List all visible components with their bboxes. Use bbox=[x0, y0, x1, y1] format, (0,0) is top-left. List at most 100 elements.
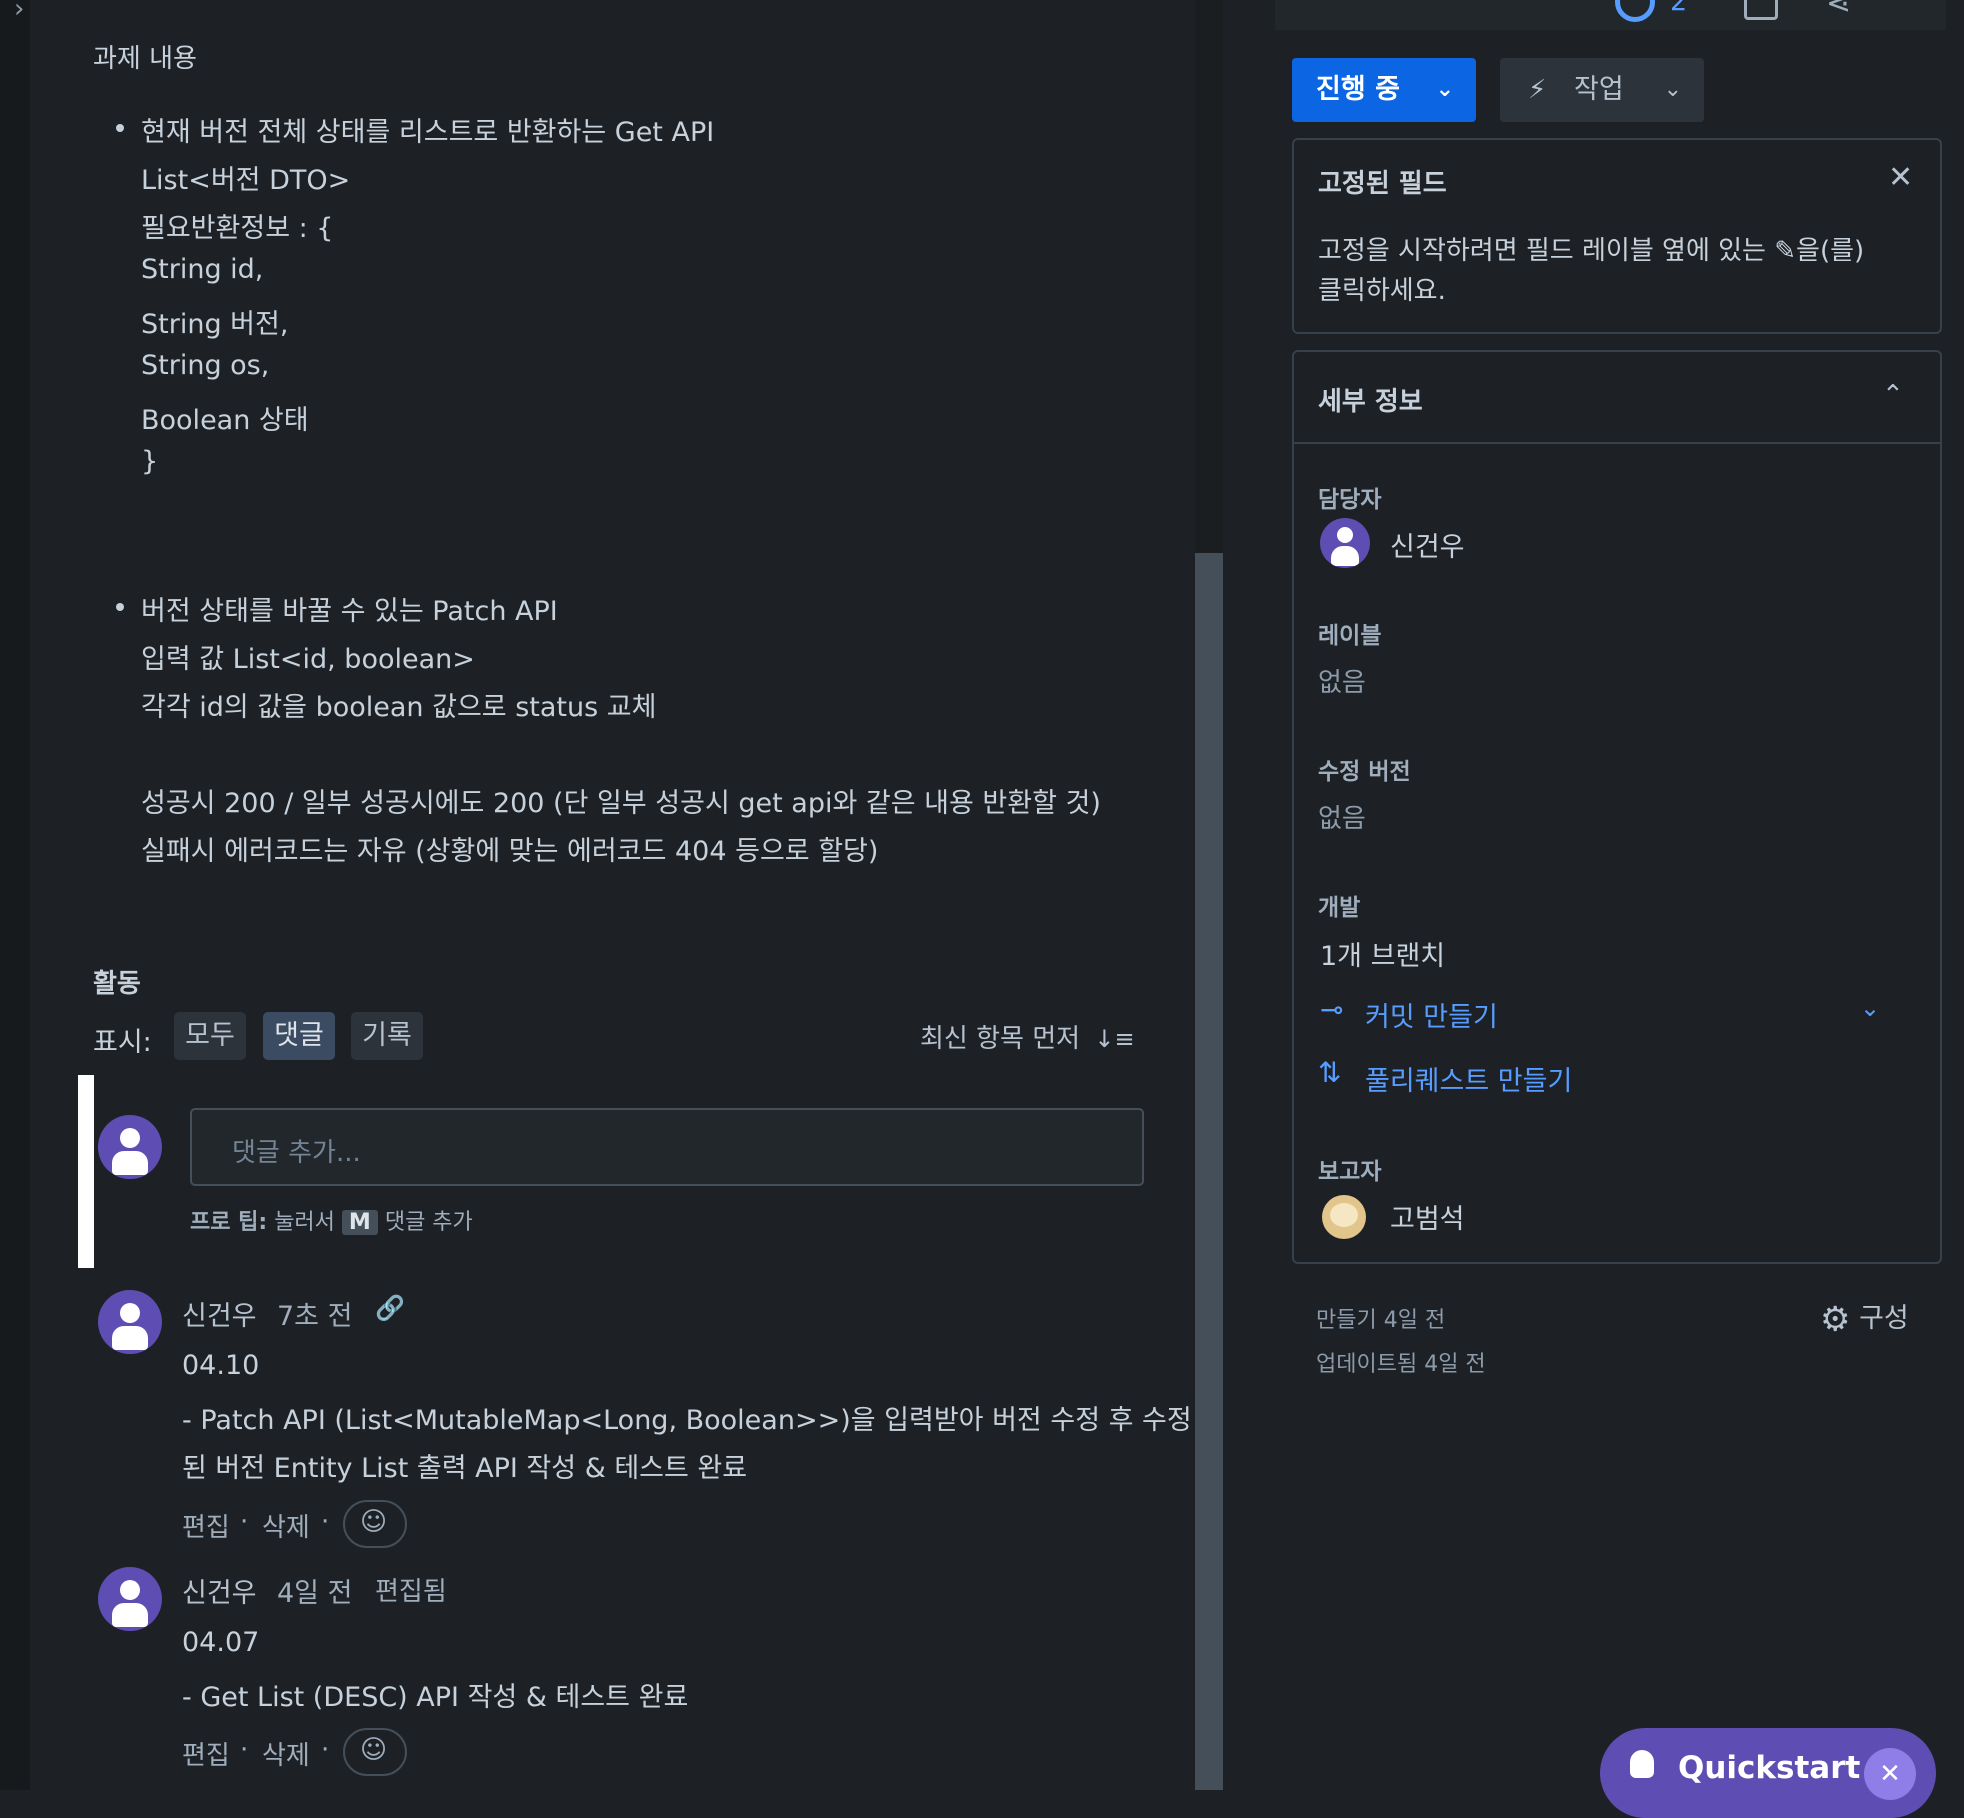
pin-icon: ✎ bbox=[1774, 236, 1797, 266]
details-title[interactable]: 세부 정보 bbox=[1318, 381, 1423, 418]
pro-tip-prefix: 프로 팁: bbox=[190, 1210, 268, 1235]
sort-button[interactable]: 최신 항목 먼저 ↓≡ bbox=[920, 1018, 1135, 1055]
fix-version-value[interactable]: 없음 bbox=[1318, 798, 1366, 835]
comment-author[interactable]: 신건우 bbox=[182, 1294, 257, 1333]
comment-time[interactable]: 7초 전 bbox=[277, 1294, 352, 1333]
pro-tip: 프로 팁: 눌러서 M 댓글 추가 bbox=[190, 1204, 473, 1236]
assignee-name[interactable]: 신건우 bbox=[1390, 525, 1465, 564]
gear-icon: ⚙ bbox=[1820, 1299, 1851, 1340]
comment-author[interactable]: 신건우 bbox=[182, 1571, 257, 1610]
comment-body-line: 04.07 bbox=[182, 1627, 260, 1658]
bullet-dot bbox=[116, 603, 124, 611]
share-icon[interactable]: ⋖ bbox=[1826, 0, 1851, 21]
filter-all-button[interactable]: 모두 bbox=[174, 1012, 246, 1060]
labels-value[interactable]: 없음 bbox=[1318, 662, 1366, 699]
description-line: 필요반환정보 : { bbox=[141, 213, 334, 244]
chevron-up-icon[interactable]: ⌃ bbox=[1882, 380, 1904, 410]
pinned-text-line2: 클릭하세요. bbox=[1318, 276, 1446, 306]
description-line: 실패시 에러코드는 자유 (상황에 맞는 에러코드 404 등으로 할당) bbox=[141, 836, 879, 867]
comment-body-line: 04.10 bbox=[182, 1350, 260, 1381]
separator: · bbox=[240, 1735, 249, 1765]
link-icon[interactable]: 🔗 bbox=[375, 1294, 405, 1322]
comment-body-line: 된 버전 Entity List 출력 API 작성 & 테스트 완료 bbox=[182, 1453, 748, 1484]
create-commit-link[interactable]: 커밋 만들기 bbox=[1365, 995, 1498, 1034]
assignee-label: 담당자 bbox=[1318, 487, 1382, 513]
reporter-label: 보고자 bbox=[1318, 1159, 1382, 1185]
pinned-fields-title: 고정된 필드 bbox=[1318, 169, 1447, 199]
show-label: 표시: bbox=[93, 1027, 152, 1058]
current-user-avatar bbox=[98, 1115, 162, 1179]
add-reaction-button[interactable]: ☺ bbox=[343, 1500, 407, 1548]
fix-version-label: 수정 버전 bbox=[1318, 759, 1411, 785]
quickstart-close-icon[interactable]: ✕ bbox=[1864, 1748, 1916, 1800]
pro-tip-suffix: 댓글 추가 bbox=[384, 1210, 473, 1235]
description-line: List<버전 DTO> bbox=[141, 165, 351, 196]
description-line: 성공시 200 / 일부 성공시에도 200 (단 일부 성공시 get api… bbox=[141, 788, 1101, 819]
feedback-icon[interactable] bbox=[1744, 0, 1778, 20]
pinned-text-suffix: 을(를) bbox=[1796, 236, 1865, 266]
keyboard-key-m: M bbox=[341, 1210, 378, 1235]
configure-button[interactable]: ⚙ 구성 bbox=[1820, 1296, 1909, 1340]
reporter-avatar bbox=[1322, 1195, 1366, 1239]
description-line: 각각 id의 값을 boolean 값으로 status 교체 bbox=[141, 692, 657, 723]
edited-badge: 편집됨 bbox=[375, 1577, 447, 1607]
description-line: String 버전, bbox=[141, 309, 289, 340]
description-line: 현재 버전 전체 상태를 리스트로 반환하는 Get API bbox=[141, 117, 715, 148]
delete-comment-button[interactable]: 삭제 bbox=[262, 1507, 310, 1544]
description-line: String id, bbox=[141, 254, 264, 285]
chevron-right-icon[interactable]: › bbox=[14, 0, 24, 24]
left-edge-strip bbox=[0, 0, 30, 1790]
configure-label: 구성 bbox=[1859, 1303, 1909, 1334]
pull-request-icon: ⇅ bbox=[1318, 1056, 1342, 1089]
actions-label: 작업 bbox=[1574, 74, 1624, 105]
actions-dropdown-button[interactable]: ⚡ 작업 ⌄ bbox=[1500, 58, 1704, 122]
description-heading: 과제 내용 bbox=[93, 44, 197, 74]
watch-count: 2 bbox=[1670, 0, 1688, 17]
add-reaction-button[interactable]: ☺ bbox=[343, 1728, 407, 1776]
labels-label: 레이블 bbox=[1318, 623, 1382, 649]
lightbulb-icon bbox=[1630, 1750, 1654, 1778]
chevron-down-icon: ⌄ bbox=[1663, 77, 1682, 102]
edit-comment-button[interactable]: 편집 bbox=[182, 1735, 230, 1772]
description-line: Boolean 상태 bbox=[141, 405, 309, 436]
activity-heading: 활동 bbox=[93, 969, 141, 999]
commit-icon: ⊸ bbox=[1320, 993, 1344, 1026]
created-timestamp: 만들기 4일 전 bbox=[1316, 1308, 1446, 1333]
quickstart-label: Quickstart bbox=[1678, 1750, 1861, 1786]
description-line: 입력 값 List<id, boolean> bbox=[141, 644, 475, 675]
smiley-icon: ☺ bbox=[360, 1735, 388, 1765]
filter-comments-button[interactable]: 댓글 bbox=[263, 1012, 335, 1060]
comment-time[interactable]: 4일 전 bbox=[277, 1571, 352, 1610]
reporter-name[interactable]: 고범석 bbox=[1390, 1197, 1465, 1236]
status-label: 진행 중 bbox=[1316, 74, 1400, 105]
edit-comment-button[interactable]: 편집 bbox=[182, 1507, 230, 1544]
pinned-text-line1: 고정을 시작하려면 필드 레이블 옆에 있는 bbox=[1318, 236, 1766, 266]
avatar bbox=[98, 1567, 162, 1631]
development-label: 개발 bbox=[1318, 895, 1361, 921]
filter-history-button[interactable]: 기록 bbox=[351, 1012, 423, 1060]
close-icon[interactable]: ✕ bbox=[1888, 160, 1913, 195]
description-line: 버전 상태를 바꿀 수 있는 Patch API bbox=[141, 596, 558, 627]
status-dropdown-button[interactable]: 진행 중 ⌄ bbox=[1292, 58, 1476, 122]
separator: · bbox=[240, 1507, 249, 1537]
comment-input-placeholder: 댓글 추가... bbox=[232, 1138, 361, 1168]
separator: · bbox=[321, 1735, 330, 1765]
pro-tip-mid: 눌러서 bbox=[274, 1210, 335, 1235]
avatar bbox=[98, 1290, 162, 1354]
chevron-down-icon: ⌄ bbox=[1435, 77, 1454, 102]
delete-comment-button[interactable]: 삭제 bbox=[262, 1735, 310, 1772]
pinned-fields-text: 고정을 시작하려면 필드 레이블 옆에 있는 ✎을(를) bbox=[1318, 230, 1864, 267]
updated-timestamp: 업데이트됨 4일 전 bbox=[1316, 1352, 1486, 1377]
main-scrollbar-thumb[interactable] bbox=[1195, 553, 1223, 1790]
assignee-avatar bbox=[1320, 518, 1370, 568]
chevron-down-icon[interactable]: ⌄ bbox=[1860, 994, 1880, 1022]
branch-count[interactable]: 1개 브랜치 bbox=[1320, 934, 1445, 973]
sort-label: 최신 항목 먼저 bbox=[920, 1024, 1081, 1054]
comment-body-line: - Patch API (List<MutableMap<Long, Boole… bbox=[182, 1405, 1192, 1436]
separator: · bbox=[321, 1507, 330, 1537]
quickstart-button[interactable]: Quickstart ✕ bbox=[1600, 1728, 1936, 1818]
description-line: String os, bbox=[141, 350, 270, 381]
create-pull-request-link[interactable]: 풀리퀘스트 만들기 bbox=[1365, 1059, 1572, 1098]
more-options-icon[interactable]: ··· bbox=[1897, 0, 1928, 16]
comment-input[interactable]: 댓글 추가... bbox=[190, 1108, 1144, 1186]
